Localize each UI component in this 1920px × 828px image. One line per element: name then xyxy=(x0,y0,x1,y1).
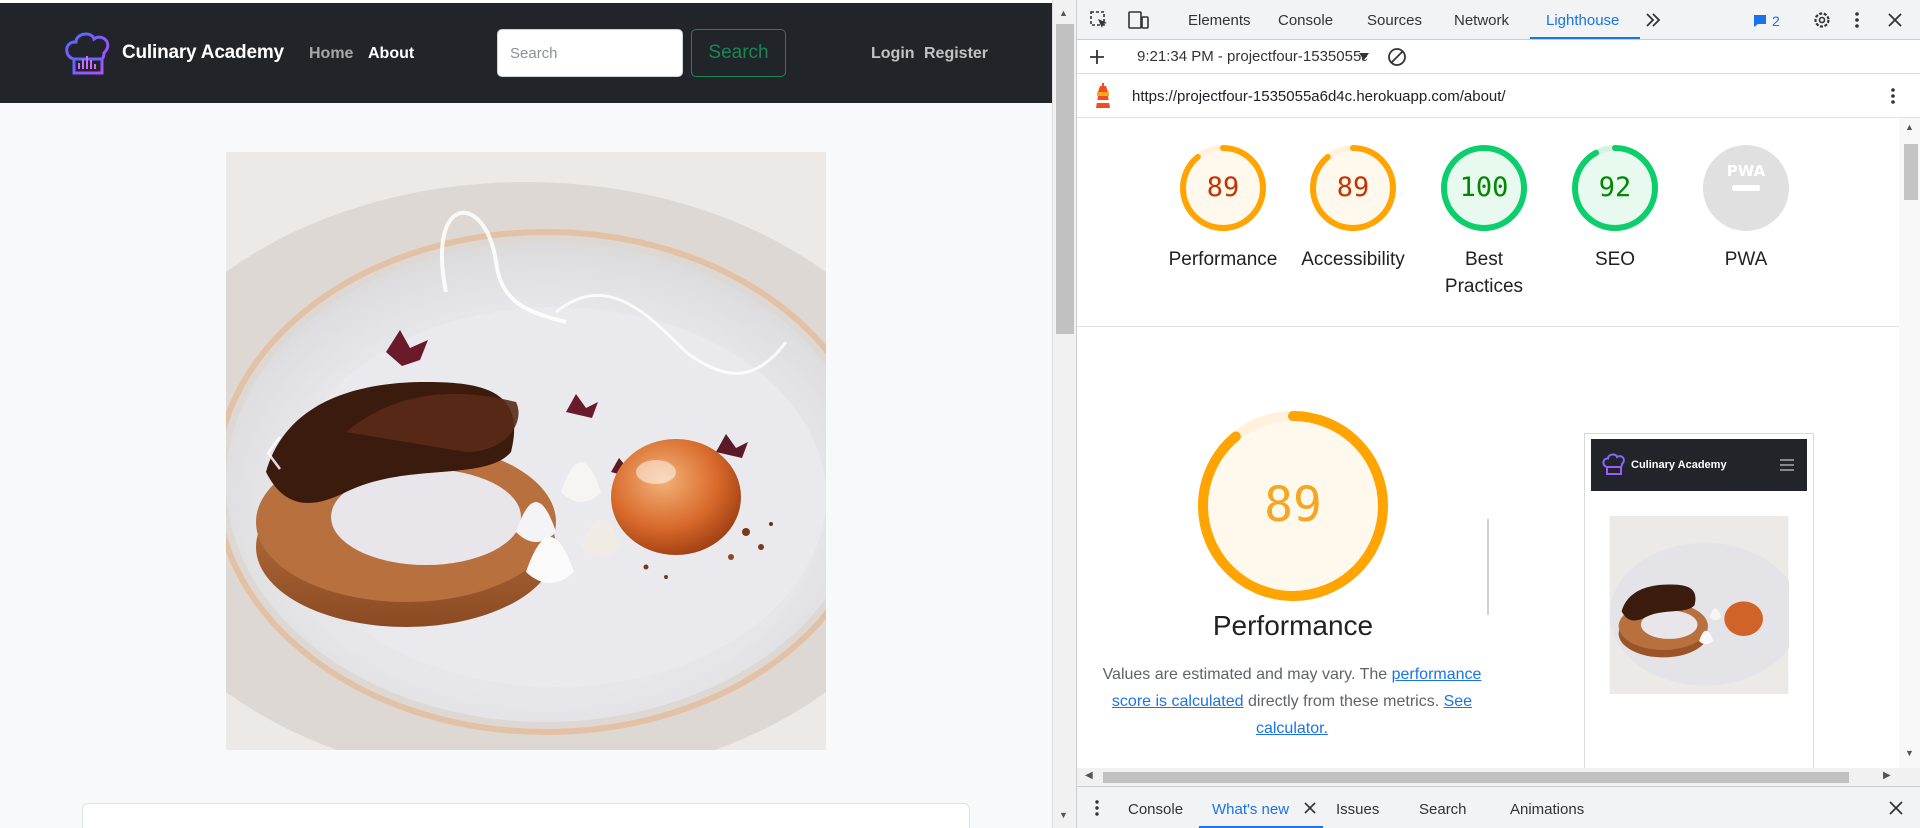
lighthouse-logo-icon xyxy=(1096,83,1110,108)
chef-hat-logo-icon[interactable] xyxy=(62,29,114,81)
tab-lighthouse[interactable]: Lighthouse xyxy=(1546,12,1619,29)
report-vertical-scrollbar[interactable] xyxy=(1899,118,1920,768)
brand-name[interactable]: Culinary Academy xyxy=(122,42,284,64)
device-toolbar-icon[interactable] xyxy=(1127,10,1149,30)
gauge-ring-large: 89 xyxy=(1198,411,1388,601)
final-screenshot-thumbnail[interactable]: Culinary Academy xyxy=(1584,433,1814,768)
report-divider xyxy=(1077,326,1899,327)
gauge-ring: 100 xyxy=(1441,145,1527,231)
score-gauge-performance[interactable]: 89 Performance xyxy=(1158,144,1288,273)
thumbnail-logo-icon xyxy=(1602,453,1625,475)
devtools-tab-bar: Elements Console Sources Network Lightho… xyxy=(1077,0,1920,40)
selected-tab-indicator xyxy=(1530,37,1640,39)
inspect-element-icon[interactable] xyxy=(1089,10,1109,30)
hamburger-menu-icon xyxy=(1780,459,1794,471)
drawer-tab-issues[interactable]: Issues xyxy=(1336,801,1379,818)
carousel-prev-icon[interactable] xyxy=(262,433,286,473)
gauge-label: Performance xyxy=(1168,249,1278,270)
scroll-up-arrow-icon[interactable]: ▲ xyxy=(1905,122,1914,132)
gauge-ring: 89 xyxy=(1180,145,1266,231)
thumbnail-navbar: Culinary Academy xyxy=(1591,439,1807,491)
dropdown-arrow-icon[interactable] xyxy=(1358,52,1370,62)
close-drawer-icon[interactable] xyxy=(1889,801,1903,815)
website-viewport: Culinary Academy Home About Search Login… xyxy=(0,0,1052,828)
about-content-card xyxy=(82,803,970,828)
tab-console[interactable]: Console xyxy=(1278,12,1333,29)
score-gauge-pwa[interactable]: PWA PWA xyxy=(1681,144,1811,273)
issues-message-icon[interactable] xyxy=(1753,14,1767,28)
gauge-score-text: 92 xyxy=(1599,172,1632,203)
scroll-right-arrow-icon[interactable]: ▶ xyxy=(1883,770,1891,781)
tab-network[interactable]: Network xyxy=(1454,12,1509,29)
close-tab-icon[interactable] xyxy=(1304,802,1316,814)
score-gauge-best-practices[interactable]: 100 Best Practices xyxy=(1419,144,1549,300)
tab-elements[interactable]: Elements xyxy=(1188,12,1251,29)
thumbnail-brand: Culinary Academy xyxy=(1631,459,1727,471)
report-url-text[interactable]: https://projectfour-1535055a6d4c.herokua… xyxy=(1132,88,1506,105)
nav-link-login[interactable]: Login xyxy=(871,45,915,63)
lighthouse-toolbar: 9:21:34 PM - projectfour-1535055a6d4c xyxy=(1077,40,1920,74)
settings-gear-icon[interactable] xyxy=(1812,10,1832,30)
close-devtools-icon[interactable] xyxy=(1887,12,1903,28)
scroll-up-arrow-icon[interactable]: ▲ xyxy=(1059,8,1068,18)
double-chevron-right-icon[interactable] xyxy=(1644,11,1662,29)
report-horizontal-scroll-thumb[interactable] xyxy=(1103,772,1849,783)
gauge-score-text: 100 xyxy=(1460,172,1509,203)
gauge-label: PWA xyxy=(1724,249,1768,270)
gauge-ring: 89 xyxy=(1310,145,1396,231)
desc-text: Values are estimated and may vary. The xyxy=(1102,666,1392,683)
report-url-bar: https://projectfour-1535055a6d4c.herokua… xyxy=(1077,74,1920,118)
scroll-down-arrow-icon[interactable]: ▼ xyxy=(1905,748,1914,758)
performance-description: Values are estimated and may vary. The p… xyxy=(1087,661,1497,742)
clear-all-reports-icon[interactable] xyxy=(1387,47,1407,67)
performance-separator xyxy=(1487,519,1489,615)
gauge-ring: 92 xyxy=(1572,145,1658,231)
gauge-score-text: 89 xyxy=(1337,172,1370,203)
nav-link-home[interactable]: Home xyxy=(309,45,353,63)
search-button[interactable]: Search xyxy=(691,29,786,77)
scroll-left-arrow-icon[interactable]: ◀ xyxy=(1085,770,1093,781)
score-gauge-accessibility[interactable]: 89 Accessibility xyxy=(1288,144,1418,273)
performance-score-text: 89 xyxy=(1264,477,1322,533)
score-gauge-seo[interactable]: 92 SEO xyxy=(1550,144,1680,273)
new-report-plus-icon[interactable] xyxy=(1089,49,1105,65)
devtools-panel: Elements Console Sources Network Lightho… xyxy=(1076,0,1920,828)
performance-title: Performance xyxy=(1212,610,1374,641)
issues-count-badge[interactable]: 2 xyxy=(1772,13,1780,29)
gauge-label: Best Practices xyxy=(1444,249,1524,297)
scroll-down-arrow-icon[interactable]: ▼ xyxy=(1059,810,1068,820)
search-input[interactable] xyxy=(497,29,683,77)
devtools-drawer-tab-bar: Console What's new Issues Search Animati… xyxy=(1077,786,1920,828)
pwa-badge-text: PWA xyxy=(1727,162,1766,180)
nav-link-about[interactable]: About xyxy=(368,45,414,63)
thumbnail-dessert-image xyxy=(1609,516,1789,694)
drawer-tab-whats-new[interactable]: What's new xyxy=(1212,801,1289,818)
tab-sources[interactable]: Sources xyxy=(1367,12,1422,29)
gauge-label: Accessibility xyxy=(1301,249,1405,270)
drawer-tab-animations[interactable]: Animations xyxy=(1510,801,1584,818)
drawer-tab-console[interactable]: Console xyxy=(1128,801,1183,818)
lighthouse-report: 89 Performance 89 Accessibility 100 Best… xyxy=(1077,118,1899,768)
gauge-label: SEO xyxy=(1594,249,1636,270)
drawer-menu-kebab-icon[interactable] xyxy=(1094,799,1100,817)
report-selector-value: 9:21:34 PM - projectfour-1535055a6d4c xyxy=(1137,48,1367,65)
desc-text: directly from these metrics. xyxy=(1243,693,1444,710)
hero-dessert-image xyxy=(226,152,826,750)
report-selector-dropdown[interactable]: 9:21:34 PM - projectfour-1535055a6d4c xyxy=(1137,48,1367,65)
gauge-score-text: 89 xyxy=(1207,172,1240,203)
site-scrollbar-thumb[interactable] xyxy=(1056,24,1074,334)
drawer-tab-search[interactable]: Search xyxy=(1419,801,1467,818)
report-vertical-scroll-thumb[interactable] xyxy=(1904,144,1918,200)
more-options-kebab-icon[interactable] xyxy=(1853,10,1861,30)
report-menu-kebab-icon[interactable] xyxy=(1889,86,1897,106)
nav-link-register[interactable]: Register xyxy=(924,45,988,63)
performance-main-gauge[interactable]: 89 xyxy=(1195,408,1391,609)
pwa-badge-icon: PWA xyxy=(1703,145,1789,231)
site-navbar: Culinary Academy Home About Search Login… xyxy=(0,3,1052,103)
